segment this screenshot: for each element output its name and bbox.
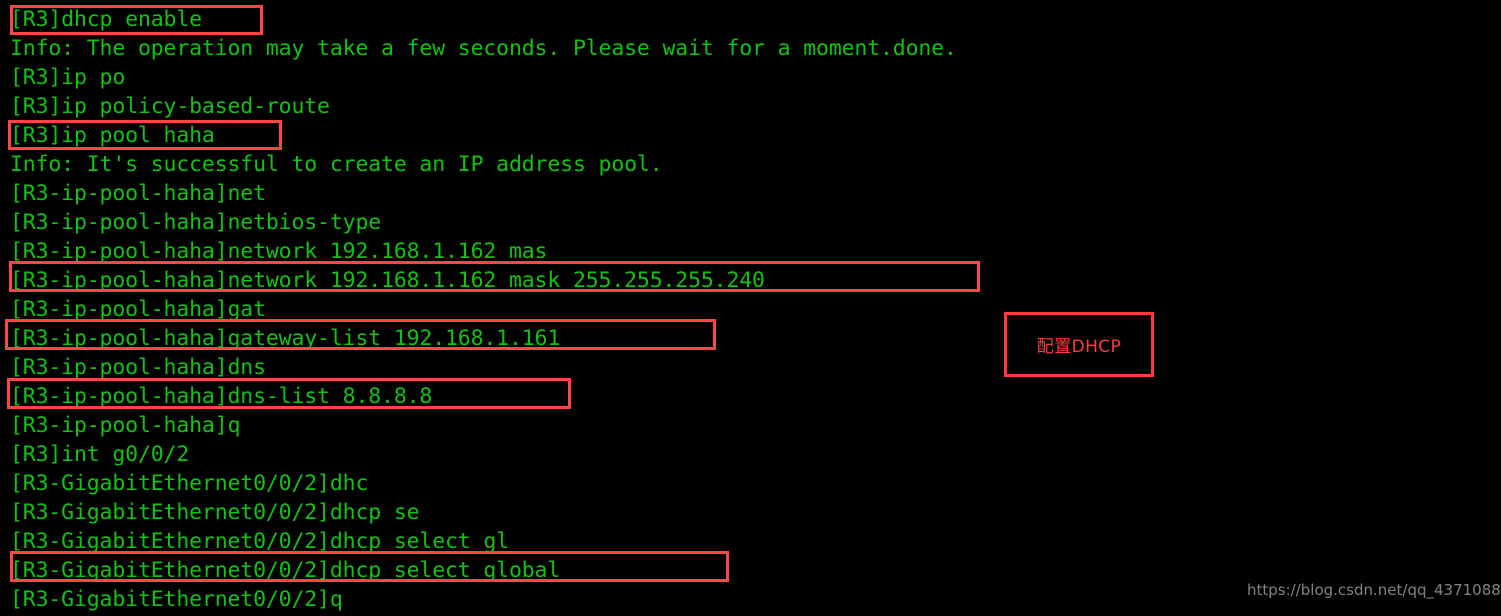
terminal-line: [R3-GigabitEthernet0/0/2]dhc — [10, 471, 369, 496]
terminal-line: [R3-ip-pool-haha]dns-list 8.8.8.8 — [10, 384, 433, 409]
terminal-line: [R3-ip-pool-haha]q — [10, 413, 241, 438]
terminal-output[interactable]: [R3]dhcp enable Info: The operation may t… — [0, 0, 1501, 616]
terminal-line: [R3-ip-pool-haha]network 192.168.1.162 m… — [10, 268, 765, 293]
watermark-url: https://blog.csdn.net/qq_43710889 — [1247, 581, 1501, 599]
annotation-callout-box: 配置DHCP — [1004, 312, 1154, 377]
terminal-line: [R3-ip-pool-haha]gat — [10, 297, 266, 322]
terminal-line: [R3-ip-pool-haha]gateway-list 192.168.1.… — [10, 326, 561, 351]
terminal-line: [R3-GigabitEthernet0/0/2]dhcp se — [10, 500, 420, 525]
terminal-line: [R3]dhcp enable — [10, 7, 202, 32]
terminal-line: Info: It's successful to create an IP ad… — [10, 152, 663, 177]
terminal-line: [R3-GigabitEthernet0/0/2]q — [10, 587, 343, 612]
terminal-line: Info: The operation may take a few secon… — [10, 36, 957, 61]
terminal-line: [R3]ip policy-based-route — [10, 94, 330, 119]
terminal-line: [R3-ip-pool-haha]dns — [10, 355, 266, 380]
terminal-line: [R3-GigabitEthernet0/0/2]dhcp select gl — [10, 529, 509, 554]
terminal-line: [R3]int g0/0/2 — [10, 442, 190, 467]
terminal-line: [R3-ip-pool-haha]net — [10, 181, 266, 206]
terminal-line-clipped-top: [R3]quit — [10, 3, 112, 5]
annotation-label: 配置DHCP — [1036, 337, 1122, 357]
terminal-line: [R3]ip po — [10, 65, 126, 90]
terminal-line: [R3-ip-pool-haha]network 192.168.1.162 m… — [10, 239, 548, 264]
terminal-screenshot: [R3]dhcp enable Info: The operation may t… — [0, 0, 1501, 616]
terminal-line: [R3-GigabitEthernet0/0/2]dhcp select glo… — [10, 558, 561, 583]
terminal-line: [R3-ip-pool-haha]netbios-type — [10, 210, 382, 235]
terminal-line: [R3]ip pool haha — [10, 123, 215, 148]
